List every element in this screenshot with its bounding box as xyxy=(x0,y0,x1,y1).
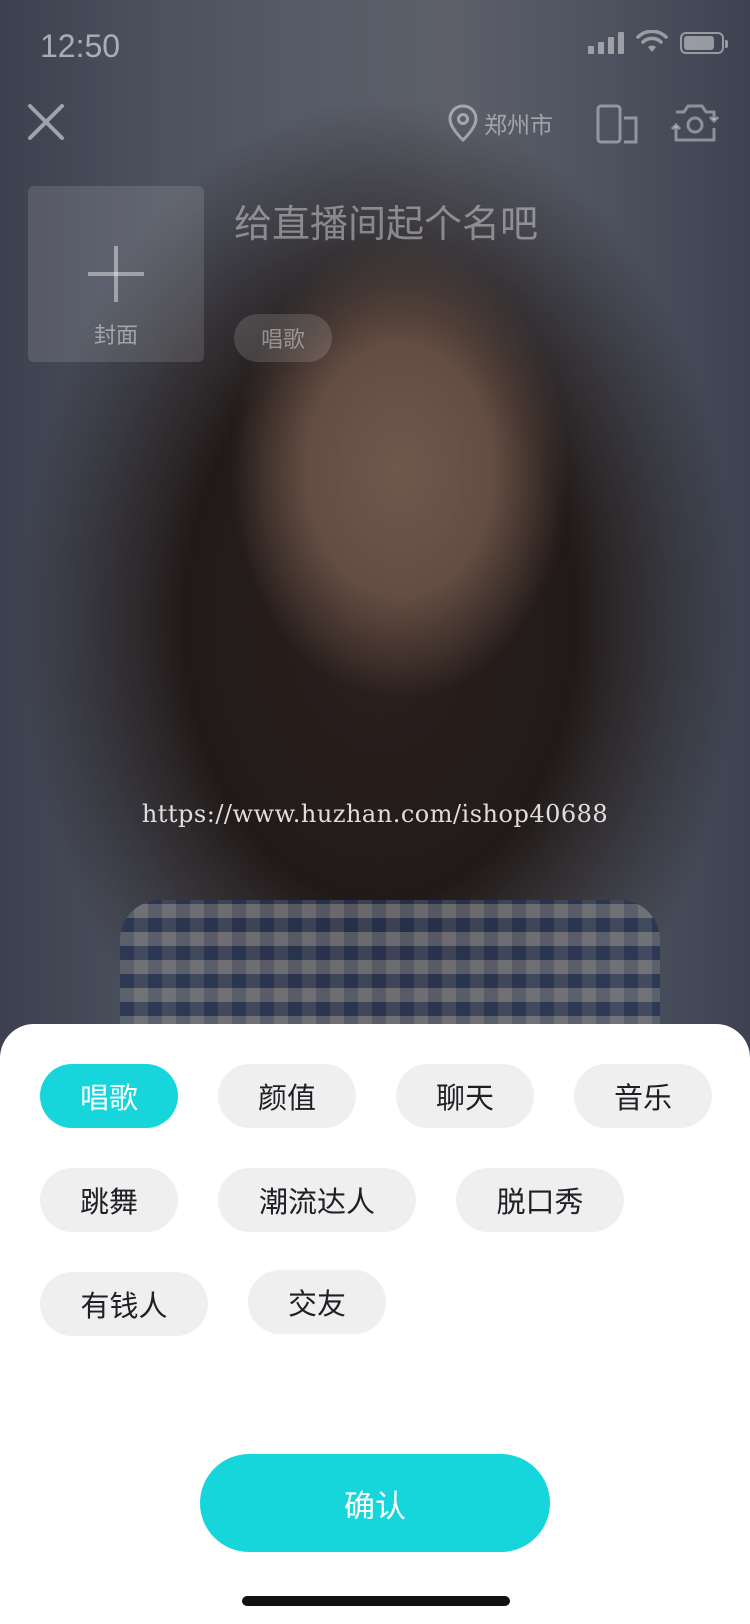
camera-flip-button[interactable] xyxy=(670,100,720,146)
wifi-icon xyxy=(636,30,668,52)
confirm-button[interactable]: 确认 xyxy=(200,1454,550,1552)
location-label: 郑州市 xyxy=(484,113,553,139)
camera-flip-icon xyxy=(670,104,720,142)
tag-friends[interactable]: 交友 xyxy=(248,1270,386,1334)
live-setup-screen: https://www.huzhan.com/ishop40688 12:50 … xyxy=(0,0,750,1624)
battery-icon xyxy=(680,32,728,54)
orientation-button[interactable] xyxy=(596,104,640,144)
tag-rich[interactable]: 有钱人 xyxy=(40,1272,208,1336)
tag-talk-show[interactable]: 脱口秀 xyxy=(456,1168,624,1232)
room-title-input[interactable] xyxy=(234,196,694,252)
location-selector[interactable]: 郑州市 xyxy=(448,104,553,142)
selected-category-chip[interactable]: 唱歌 xyxy=(234,314,332,362)
plus-icon xyxy=(88,246,144,302)
tag-music[interactable]: 音乐 xyxy=(574,1064,712,1128)
tag-chat[interactable]: 聊天 xyxy=(396,1064,534,1128)
tag-trendsetter[interactable]: 潮流达人 xyxy=(218,1168,416,1232)
status-time: 12:50 xyxy=(40,28,121,64)
tag-looks[interactable]: 颜值 xyxy=(218,1064,356,1128)
close-icon xyxy=(28,104,64,140)
home-indicator xyxy=(242,1596,510,1606)
status-icons xyxy=(588,30,728,54)
location-pin-icon xyxy=(448,104,478,142)
cover-label: 封面 xyxy=(93,324,138,349)
tag-sing[interactable]: 唱歌 xyxy=(40,1064,178,1128)
phone-rotate-icon xyxy=(596,104,638,144)
close-button[interactable] xyxy=(24,100,68,144)
tag-dance[interactable]: 跳舞 xyxy=(40,1168,178,1232)
status-bar: 12:50 xyxy=(0,0,750,90)
cover-upload-button[interactable]: 封面 xyxy=(28,186,204,362)
watermark-text: https://www.huzhan.com/ishop40688 xyxy=(141,800,609,828)
signal-icon xyxy=(588,30,624,54)
